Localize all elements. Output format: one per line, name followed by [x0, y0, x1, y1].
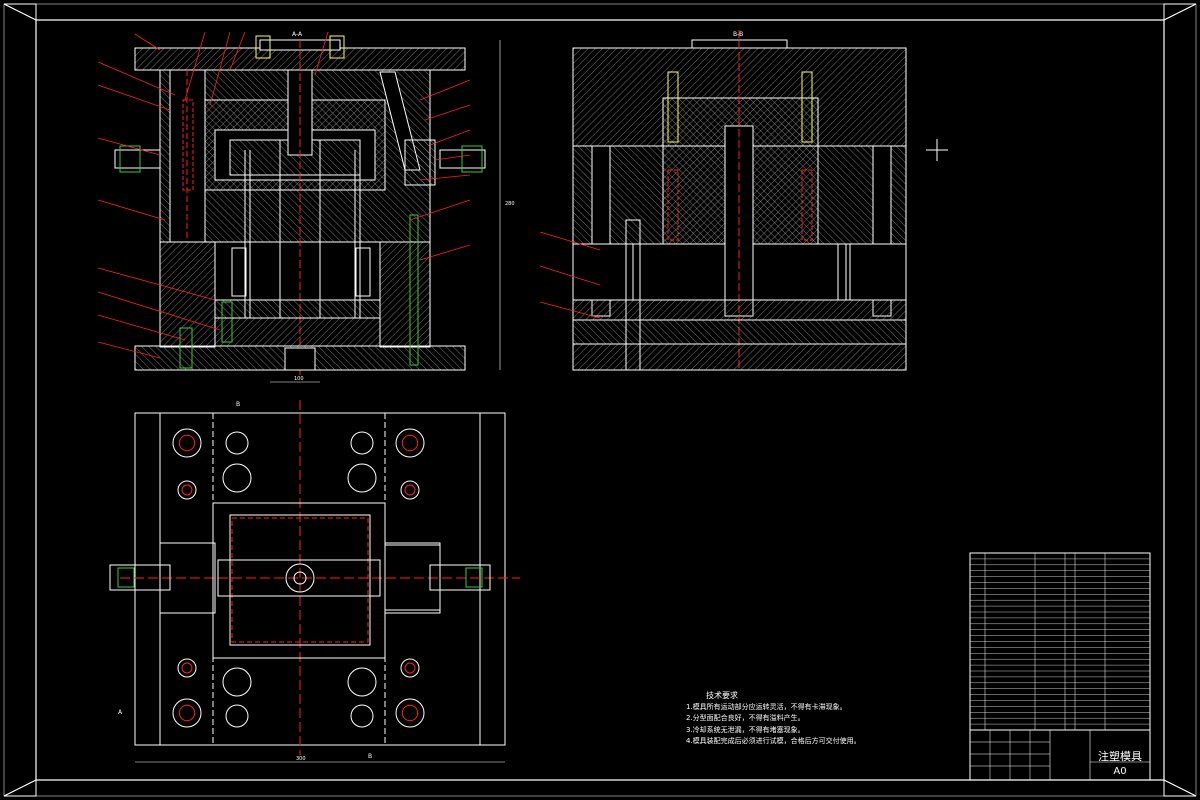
plan-hole [400, 658, 420, 678]
drawing-canvas: A-A 100 280 B-B B B A 300 [3, 3, 1197, 797]
title-block-scale: A0 [1113, 766, 1127, 777]
plan-hole [225, 704, 249, 728]
plan-hole [395, 698, 425, 728]
crosshair-icon [926, 139, 948, 161]
plan-hole [222, 667, 252, 697]
plan-hole [395, 428, 425, 458]
notes-item: 3.冷却系统无泄漏，不得有堵塞现象。 [686, 725, 805, 734]
front-section-label: A-A [292, 31, 303, 38]
plan-hole [177, 658, 197, 678]
plan-view [109, 400, 520, 755]
plan-hole-inner [404, 484, 416, 496]
plan-hole [347, 667, 377, 697]
plan-hole-inner [401, 434, 419, 452]
plan-hole-inner [178, 704, 196, 722]
plan-marker-b-top: B [236, 401, 240, 408]
side-section-label: B-B [733, 31, 743, 38]
notes-item: 4.模具装配完成后必须进行试模，合格后方可交付使用。 [686, 737, 861, 745]
plan-hole [177, 480, 197, 500]
plan-hole [350, 704, 374, 728]
plan-marker-b-bottom: B [368, 753, 372, 760]
plan-hole [172, 698, 202, 728]
plan-hole [400, 480, 420, 500]
plan-marker-a-left: A [118, 709, 123, 716]
plan-hole-inner [181, 484, 193, 496]
plan-hole-inner [401, 704, 419, 722]
plan-hole-inner [178, 434, 196, 452]
notes-heading: 技术要求 [706, 691, 738, 700]
plan-hole [172, 428, 202, 458]
bom-table [969, 552, 1151, 731]
title-block-title: 注塑模具 [1098, 750, 1142, 763]
front-dim-bottom: 100 [294, 376, 304, 382]
technical-notes: 技术要求 1.模具所有运动部分应运转灵活，不得有卡滞现象。 2.分型面配合良好，… [686, 690, 936, 748]
plan-hole-inner [181, 662, 193, 674]
plan-hole-inner [404, 662, 416, 674]
side-section-view [539, 30, 907, 371]
plan-hole [350, 431, 374, 455]
plan-hole [225, 431, 249, 455]
plan-dim-bottom: 300 [296, 756, 306, 762]
plan-hole [347, 463, 377, 493]
front-dim-height: 280 [505, 201, 515, 207]
notes-item: 1.模具所有运动部分应运转灵活，不得有卡滞现象。 [686, 702, 847, 711]
plan-hole [222, 463, 252, 493]
notes-item: 2.分型面配合良好，不得有溢料产生。 [686, 714, 805, 722]
